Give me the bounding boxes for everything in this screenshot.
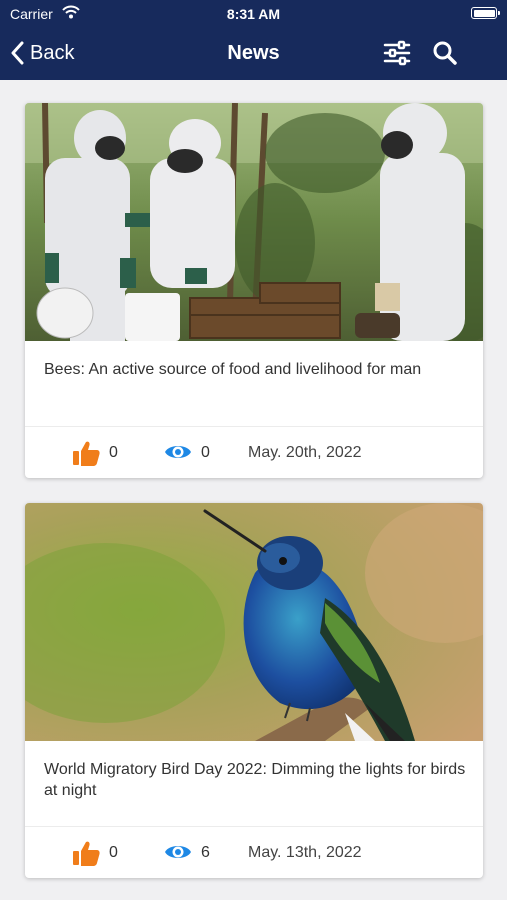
thumbs-up-icon[interactable] bbox=[72, 840, 100, 866]
view-count: 6 bbox=[201, 844, 210, 861]
article-meta: 0 0 May. 20th, 2022 bbox=[25, 427, 483, 478]
eye-icon bbox=[165, 846, 191, 858]
app-header: Carrier 8:31 AM Back News bbox=[0, 0, 507, 80]
article-image-hummingbird bbox=[25, 503, 483, 741]
news-card[interactable]: Bees: An active source of food and livel… bbox=[25, 103, 483, 478]
page-title: News bbox=[227, 42, 280, 64]
news-card[interactable]: World Migratory Bird Day 2022: Dimming t… bbox=[25, 503, 483, 878]
like-count: 0 bbox=[109, 444, 118, 461]
article-image-beekeepers bbox=[25, 103, 483, 341]
chevron-left-icon bbox=[11, 41, 24, 65]
article-headline[interactable]: World Migratory Bird Day 2022: Dimming t… bbox=[44, 759, 469, 801]
article-date: May. 13th, 2022 bbox=[248, 844, 362, 861]
article-date: May. 20th, 2022 bbox=[248, 444, 362, 461]
battery-icon bbox=[471, 7, 500, 19]
article-headline[interactable]: Bees: An active source of food and livel… bbox=[44, 359, 469, 380]
like-count: 0 bbox=[109, 844, 118, 861]
search-icon[interactable] bbox=[432, 40, 458, 66]
eye-icon bbox=[165, 446, 191, 458]
view-count: 0 bbox=[201, 444, 210, 461]
thumbs-up-icon[interactable] bbox=[72, 440, 100, 466]
back-label: Back bbox=[30, 41, 75, 64]
status-time: 8:31 AM bbox=[226, 6, 281, 22]
filter-icon[interactable] bbox=[383, 40, 411, 66]
article-meta: 0 6 May. 13th, 2022 bbox=[25, 827, 483, 878]
status-bar: Carrier 8:31 AM bbox=[0, 0, 507, 28]
nav-bar: Back News bbox=[0, 28, 507, 80]
back-button[interactable]: Back bbox=[10, 38, 74, 68]
